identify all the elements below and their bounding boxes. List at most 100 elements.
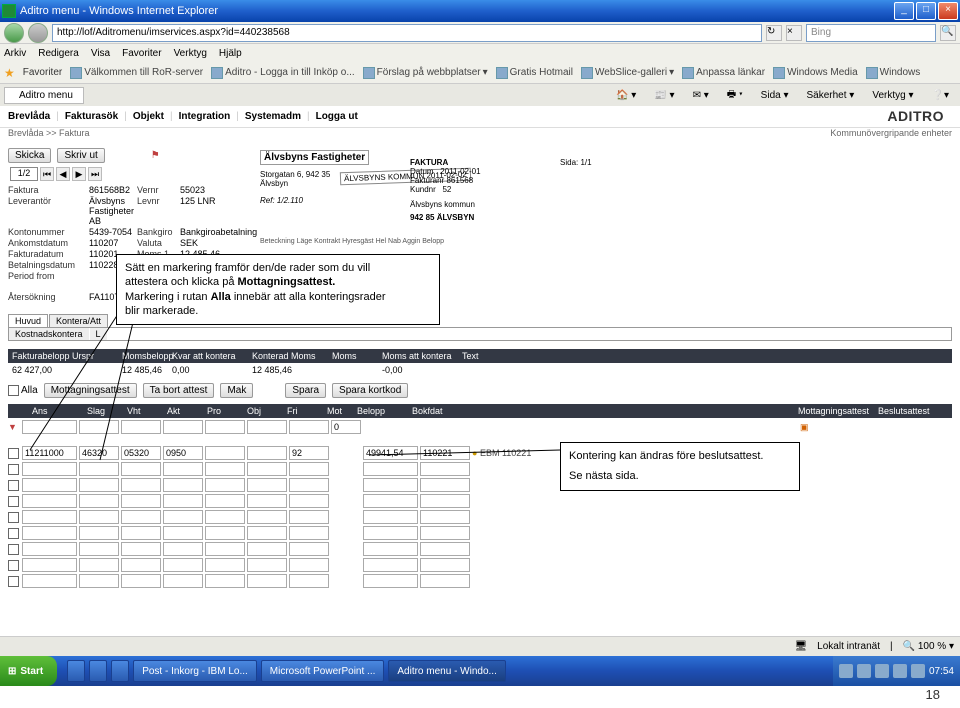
filter-vht[interactable] (121, 420, 161, 434)
nav-objekt[interactable]: Objekt (133, 111, 164, 122)
back-button[interactable] (4, 23, 24, 43)
row-belopp[interactable] (363, 446, 418, 460)
menu-visa[interactable]: Visa (91, 48, 110, 59)
tray-icon[interactable] (857, 664, 871, 678)
aditro-logo: ADITRO (887, 108, 944, 124)
menu-redigera[interactable]: Redigera (38, 48, 79, 59)
kost-tab1[interactable]: Kostnadskontera (9, 328, 89, 340)
kost-tab2[interactable]: L (90, 328, 107, 340)
tabortattest-button[interactable]: Ta bort attest (143, 383, 215, 398)
menu-hjalp[interactable]: Hjälp (219, 48, 242, 59)
task-powerpoint[interactable]: Microsoft PowerPoint ... (261, 660, 385, 682)
fav-suggest[interactable]: Förslag på webbplatser ▾ (363, 67, 488, 79)
row-checkbox[interactable] (8, 464, 19, 475)
row-checkbox[interactable] (8, 560, 19, 571)
favorites-icon[interactable]: ★ (4, 66, 15, 80)
tray-icon[interactable] (911, 664, 925, 678)
feed-icon[interactable]: 📰 ▾ (647, 87, 681, 104)
task-aditro[interactable]: Aditro menu - Windo... (388, 660, 505, 682)
nav-integration[interactable]: Integration (179, 111, 231, 122)
page-last[interactable]: ⏭ (88, 167, 102, 181)
menu-arkiv[interactable]: Arkiv (4, 48, 26, 59)
tab-huvud[interactable]: Huvud (8, 314, 48, 327)
tray-icon[interactable] (875, 664, 889, 678)
filter-ans[interactable] (22, 420, 77, 434)
ie-tools-menu[interactable]: Verktyg ▾ (865, 87, 920, 104)
breadcrumb-right: Kommunövergripande enheter (830, 128, 952, 144)
row-pro[interactable] (205, 446, 245, 460)
row-slag[interactable] (79, 446, 119, 460)
task-lotus[interactable]: Post - Inkorg - IBM Lo... (133, 660, 257, 682)
page-prev[interactable]: ◀ (56, 167, 70, 181)
spara-button[interactable]: Spara (285, 383, 326, 398)
skrivut-button[interactable]: Skriv ut (57, 148, 104, 163)
filter-akt[interactable] (163, 420, 203, 434)
ie-security-menu[interactable]: Säkerhet ▾ (800, 87, 862, 104)
forward-button[interactable] (28, 23, 48, 43)
page-next[interactable]: ▶ (72, 167, 86, 181)
row-checkbox[interactable] (8, 496, 19, 507)
maximize-button[interactable]: □ (916, 2, 936, 20)
quicklaunch-3[interactable] (111, 660, 129, 682)
menu-favoriter[interactable]: Favoriter (122, 48, 161, 59)
nav-brevlada[interactable]: Brevlåda (8, 111, 50, 122)
refresh-button[interactable]: ↻ (766, 25, 782, 41)
row-checkbox[interactable] (8, 576, 19, 587)
quicklaunch-2[interactable] (89, 660, 107, 682)
browser-tab[interactable]: Aditro menu (4, 87, 84, 104)
tray-icon[interactable] (839, 664, 853, 678)
tab-kontera[interactable]: Kontera/Att (49, 314, 108, 327)
search-box[interactable]: Bing (806, 24, 936, 42)
ie-page-menu[interactable]: Sida ▾ (754, 87, 796, 104)
fav-anpassa[interactable]: Anpassa länkar (682, 67, 765, 79)
filter-slag[interactable] (79, 420, 119, 434)
quicklaunch-1[interactable] (67, 660, 85, 682)
stop-button[interactable]: × (786, 25, 802, 41)
fav-ror[interactable]: Välkommen till RoR-server (70, 67, 203, 79)
checkbox-alla[interactable]: Alla (8, 385, 38, 396)
nav-systemadm[interactable]: Systemadm (245, 111, 301, 122)
row-obj[interactable] (247, 446, 287, 460)
mottagningsattest-button[interactable]: Mottagningsattest (44, 383, 137, 398)
start-button[interactable]: ⊞ Start (0, 656, 57, 686)
filter-pro[interactable] (205, 420, 245, 434)
fav-hotmail[interactable]: Gratis Hotmail (496, 67, 573, 79)
filter-icon[interactable]: ▼ (8, 422, 20, 432)
mail-icon[interactable]: ✉ ▾ (686, 87, 716, 104)
filter-mot[interactable] (331, 420, 361, 434)
row-vht[interactable] (121, 446, 161, 460)
row-checkbox[interactable] (8, 544, 19, 555)
row-checkbox[interactable] (8, 512, 19, 523)
row-checkbox[interactable] (8, 448, 19, 459)
help-icon[interactable]: ❔▾ (925, 87, 956, 104)
status-zoom[interactable]: 🔍 100 % ▾ (903, 641, 954, 652)
row-fri[interactable] (289, 446, 329, 460)
minimize-button[interactable]: _ (894, 2, 914, 20)
row-akt[interactable] (163, 446, 203, 460)
row-checkbox[interactable] (8, 480, 19, 491)
row-ans[interactable] (22, 446, 77, 460)
row-bokfdat[interactable] (420, 446, 470, 460)
filter-fri[interactable] (289, 420, 329, 434)
print-icon[interactable]: 🖶 ▾ (720, 84, 750, 107)
nav-loggaut[interactable]: Logga ut (316, 111, 358, 122)
sparakortkod-button[interactable]: Spara kortkod (332, 383, 408, 398)
flag-icon[interactable]: ⚑ (151, 150, 160, 161)
search-button[interactable]: 🔍 (940, 25, 956, 41)
fav-windows[interactable]: Windows (866, 67, 921, 79)
apply-filter-icon[interactable]: ▣ (800, 422, 880, 433)
fav-aditro-login[interactable]: Aditro - Logga in till Inköp o... (211, 67, 355, 79)
fav-webslice[interactable]: WebSlice-galleri ▾ (581, 67, 674, 79)
tray-icon[interactable] (893, 664, 907, 678)
address-bar[interactable]: http://lof/Aditromenu/imservices.aspx?id… (52, 24, 762, 42)
page-first[interactable]: ⏮ (40, 167, 54, 181)
skicka-button[interactable]: Skicka (8, 148, 51, 163)
home-icon[interactable]: 🏠 ▾ (609, 87, 643, 104)
mak-button[interactable]: Mak (220, 383, 253, 398)
row-checkbox[interactable] (8, 528, 19, 539)
filter-obj[interactable] (247, 420, 287, 434)
menu-verktyg[interactable]: Verktyg (174, 48, 207, 59)
close-button[interactable]: × (938, 2, 958, 20)
fav-winmedia[interactable]: Windows Media (773, 67, 858, 79)
nav-fakturasok[interactable]: Fakturasök (65, 111, 118, 122)
